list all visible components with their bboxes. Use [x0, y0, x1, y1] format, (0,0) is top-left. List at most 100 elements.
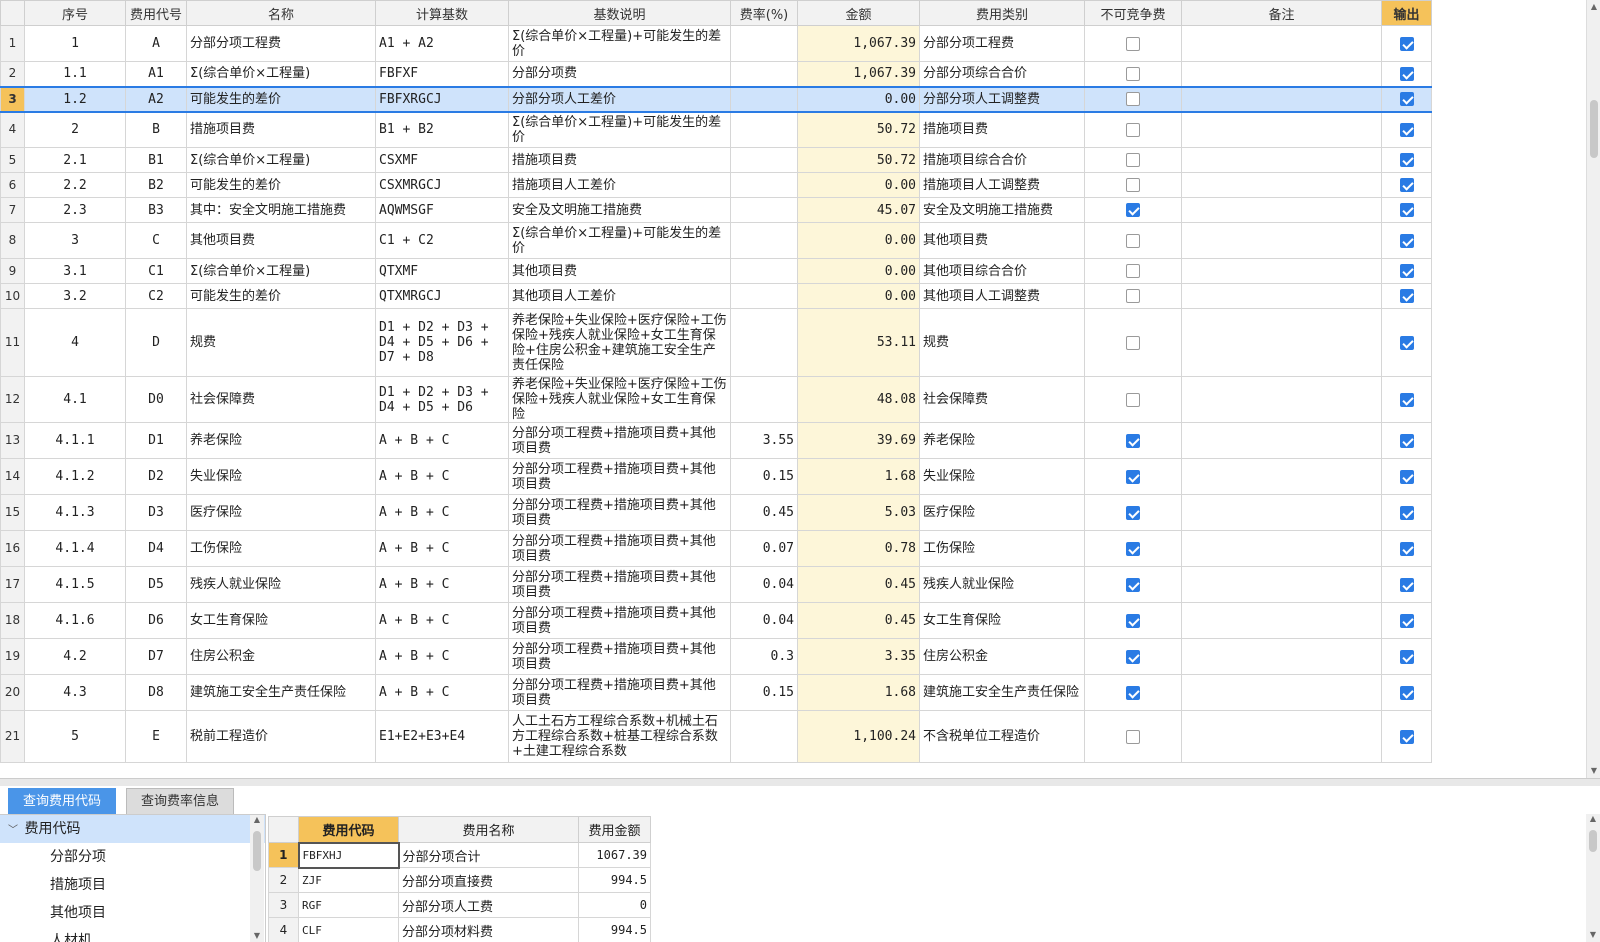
scroll-thumb[interactable]	[1590, 100, 1598, 158]
cell-rate[interactable]: 0.07	[730, 530, 798, 567]
noncompetitive-checkbox[interactable]	[1126, 203, 1140, 217]
row-number[interactable]: 8	[0, 222, 25, 259]
cell-noncompetitive[interactable]	[1084, 197, 1182, 223]
output-checkbox[interactable]	[1399, 541, 1414, 556]
cell-name[interactable]: 可能发生的差价	[186, 283, 376, 309]
cell-remark[interactable]	[1181, 674, 1382, 711]
table-row[interactable]: 18 4.1.6 D6 女工生育保险 A + B + C 分部分项工程费+措施项目费+其他…	[0, 602, 1432, 639]
cell-category[interactable]: 措施项目费	[919, 111, 1085, 148]
table-row[interactable]: 16 4.1.4 D4 工伤保险 A + B + C 分部分项工程费+措施项目费+其他项目…	[0, 530, 1432, 567]
cell-code[interactable]: D8	[125, 674, 187, 711]
cell-remark[interactable]	[1181, 111, 1382, 148]
noncompetitive-checkbox[interactable]	[1126, 233, 1140, 248]
cell-category[interactable]: 其他项目费	[919, 222, 1085, 259]
cell-amount[interactable]: 39.69	[797, 422, 920, 459]
scroll-up-arrow-icon[interactable]: ▲	[250, 815, 264, 827]
noncompetitive-checkbox[interactable]	[1126, 335, 1140, 350]
cell-base[interactable]: FBFXRGCJ	[375, 85, 509, 113]
cell-output[interactable]	[1381, 566, 1432, 603]
cell-remark[interactable]	[1181, 530, 1382, 567]
table-row[interactable]: 14 4.1.2 D2 失业保险 A + B + C 分部分项工程费+措施项目费+其他项目…	[0, 458, 1432, 495]
scroll-down-arrow-icon[interactable]: ▼	[250, 931, 264, 942]
cell-code[interactable]: E	[125, 710, 187, 763]
row-number[interactable]: 3	[268, 892, 299, 918]
cell-base[interactable]: CSXMRGCJ	[375, 172, 509, 198]
table-row[interactable]: 19 4.2 D7 住房公积金 A + B + C 分部分项工程费+措施项目费+其他项目费…	[0, 638, 1432, 675]
cell-noncompetitive[interactable]	[1084, 283, 1182, 309]
col-header-base[interactable]: 计算基数	[375, 0, 509, 26]
cell-code[interactable]: D7	[125, 638, 187, 675]
col-header-amount[interactable]: 金额	[797, 0, 920, 26]
cell-rate[interactable]	[730, 85, 798, 113]
cell-category[interactable]: 分部分项综合合价	[919, 61, 1085, 87]
row-number[interactable]: 14	[0, 458, 25, 495]
row-number[interactable]: 5	[0, 147, 25, 173]
cell-seq[interactable]: 2.3	[24, 197, 126, 223]
cell-amount[interactable]: 1,067.39	[797, 61, 920, 87]
cell-amount[interactable]: 1.68	[797, 674, 920, 711]
output-checkbox[interactable]	[1399, 613, 1414, 628]
output-checkbox[interactable]	[1399, 264, 1414, 278]
cell-fee-name[interactable]: 分部分项材料费	[398, 917, 579, 942]
cell-base-desc[interactable]: 措施项目人工差价	[508, 172, 731, 198]
row-number[interactable]: 1	[0, 25, 25, 62]
row-number[interactable]: 16	[0, 530, 25, 567]
cell-noncompetitive[interactable]	[1084, 602, 1182, 639]
cell-remark[interactable]	[1181, 25, 1382, 62]
cell-noncompetitive[interactable]	[1084, 85, 1182, 113]
col-header-category[interactable]: 费用类别	[919, 0, 1085, 26]
cell-code[interactable]: B1	[125, 147, 187, 173]
cell-seq[interactable]: 3.1	[24, 258, 126, 284]
col-header-noncompetitive[interactable]: 不可竞争费	[1084, 0, 1182, 26]
noncompetitive-checkbox[interactable]	[1126, 613, 1140, 628]
row-number[interactable]: 19	[0, 638, 25, 675]
cell-name[interactable]: 养老保险	[186, 422, 376, 459]
cell-fee-amount[interactable]: 1067.39	[578, 842, 651, 868]
cell-category[interactable]: 残疾人就业保险	[919, 566, 1085, 603]
scroll-down-arrow-icon[interactable]: ▼	[1586, 930, 1600, 942]
cell-seq[interactable]: 4.2	[24, 638, 126, 675]
panel-splitter[interactable]	[0, 778, 1600, 786]
cell-base[interactable]: A + B + C	[375, 638, 509, 675]
cell-remark[interactable]	[1181, 197, 1382, 223]
cell-rate[interactable]	[730, 710, 798, 763]
cell-category[interactable]: 女工生育保险	[919, 602, 1085, 639]
code-table-row[interactable]: 2 ZJF 分部分项直接费 994.5	[268, 867, 651, 893]
cell-noncompetitive[interactable]	[1084, 494, 1182, 531]
cell-amount[interactable]: 1.68	[797, 458, 920, 495]
cell-name[interactable]: 其他项目费	[186, 222, 376, 259]
cell-base-desc[interactable]: 分部分项工程费+措施项目费+其他项目费	[508, 638, 731, 675]
cell-code[interactable]: A2	[125, 85, 187, 113]
main-vertical-scrollbar[interactable]: ▲ ▼	[1586, 0, 1600, 778]
cell-name[interactable]: 税前工程造价	[186, 710, 376, 763]
cell-output[interactable]	[1381, 283, 1432, 309]
cell-base-desc[interactable]: 措施项目费	[508, 147, 731, 173]
cell-amount[interactable]: 0.00	[797, 222, 920, 259]
cell-output[interactable]	[1381, 172, 1432, 198]
row-number[interactable]: 2	[0, 61, 25, 87]
cell-remark[interactable]	[1181, 85, 1382, 113]
cell-base[interactable]: A + B + C	[375, 674, 509, 711]
cell-seq[interactable]: 4.1.5	[24, 566, 126, 603]
cell-remark[interactable]	[1181, 494, 1382, 531]
output-checkbox[interactable]	[1399, 153, 1414, 167]
cell-category[interactable]: 养老保险	[919, 422, 1085, 459]
cell-base-desc[interactable]: 分部分项工程费+措施项目费+其他项目费	[508, 494, 731, 531]
cell-name[interactable]: 规费	[186, 308, 376, 377]
cell-base-desc[interactable]: 其他项目费	[508, 258, 731, 284]
cell-remark[interactable]	[1181, 458, 1382, 495]
row-number[interactable]: 17	[0, 566, 25, 603]
cell-fee-amount[interactable]: 0	[578, 892, 651, 918]
row-number[interactable]: 4	[0, 111, 25, 148]
cell-output[interactable]	[1381, 674, 1432, 711]
cell-rate[interactable]	[730, 283, 798, 309]
col-header-remark[interactable]: 备注	[1181, 0, 1382, 26]
cell-seq[interactable]: 4.1.6	[24, 602, 126, 639]
cell-name[interactable]: 可能发生的差价	[186, 172, 376, 198]
cell-noncompetitive[interactable]	[1084, 638, 1182, 675]
row-number[interactable]: 1	[268, 842, 299, 868]
code-scroll-thumb[interactable]	[1589, 830, 1597, 852]
cell-seq[interactable]: 4.1.4	[24, 530, 126, 567]
cell-category[interactable]: 不含税单位工程造价	[919, 710, 1085, 763]
cell-output[interactable]	[1381, 376, 1432, 423]
